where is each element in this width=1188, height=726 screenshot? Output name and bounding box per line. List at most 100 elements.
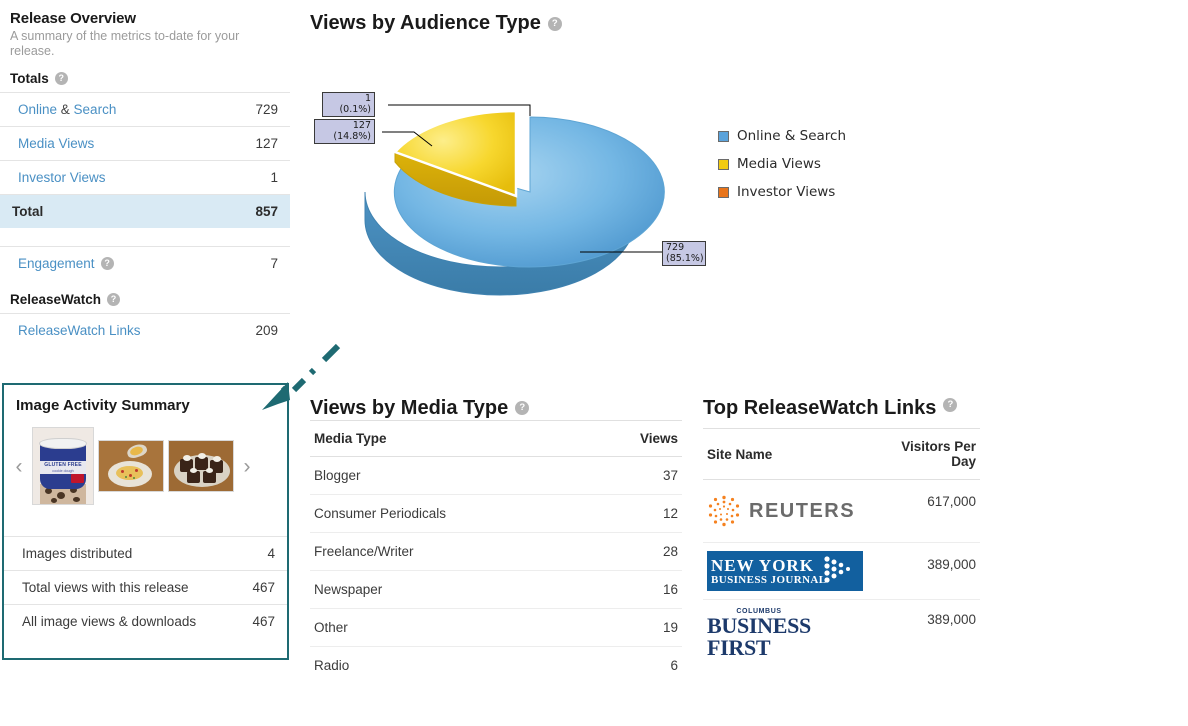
releasewatch-heading-label: ReleaseWatch [10,292,102,307]
legend-label: Investor Views [737,184,836,200]
table-row-investor-views[interactable]: Investor Views 1 [0,160,290,194]
help-icon[interactable]: ? [54,72,68,85]
page-title: Release Overview [10,10,136,27]
page-subtitle: A summary of the metrics to-date for you… [10,29,240,58]
cell-site-logo[interactable]: COLUMBUS BUSINESS FIRST [703,600,884,659]
row-label: Total [12,204,44,219]
cell-views: 19 [589,608,682,647]
image-activity-title: Image Activity Summary [16,397,190,414]
table-row: Blogger 37 [310,456,682,495]
table-row: Other 19 [310,608,682,647]
col-visitors-per-day[interactable]: Visitors Per Day [884,428,980,480]
totals-heading-label: Totals [10,71,49,86]
col-site-name[interactable]: Site Name [703,428,884,480]
row-label[interactable]: Engagement ? [18,256,114,271]
table-row-images-distributed: Images distributed 4 [4,536,287,570]
table-row: NEW YORK BUSINESS JOURNAL 389,000 [703,542,980,600]
ampersand: & [57,102,74,117]
table-row: Radio 6 [310,647,682,685]
search-link[interactable]: Search [74,102,117,117]
row-label[interactable]: Investor Views [18,170,106,185]
online-link[interactable]: Online [18,102,57,117]
cell-media-type: Consumer Periodicals [310,494,590,533]
row-value: 209 [255,323,278,338]
cell-views: 6 [670,658,678,673]
releasewatch-table: Site Name Visitors Per Day REUTERS 617,0… [703,428,980,659]
table-row: Newspaper 16 [310,570,682,609]
table-row: Consumer Periodicals 12 [310,494,682,533]
cell-views: 28 [589,532,682,571]
table-row-online-search[interactable]: Online & Search 729 [0,92,290,126]
legend-item-media-views[interactable]: Media Views [718,150,846,178]
callout-pct: (85.1%) [666,252,704,264]
image-carousel[interactable]: ‹ GLUTEN FREE cookie dough › [4,414,287,505]
row-value: 467 [252,614,275,629]
table-row-engagement[interactable]: Engagement ? 7 [0,246,290,280]
table-header-row: Site Name Visitors Per Day [703,428,980,480]
cell-site-logo[interactable]: NEW YORK BUSINESS JOURNAL [703,542,884,600]
releasewatch-links-title-label: Top ReleaseWatch Links [703,397,937,419]
callout-pct: (14.8%) [333,130,371,142]
releasewatch-heading: ReleaseWatch ? [0,280,290,313]
help-icon[interactable]: ? [100,257,114,270]
table-row-total-views: Total views with this release 467 [4,570,287,604]
new-york-business-journal-logo[interactable]: NEW YORK BUSINESS JOURNAL [707,551,863,591]
legend-label: Media Views [737,156,821,172]
table-row-releasewatch-links[interactable]: ReleaseWatch Links 209 [0,313,290,347]
columbus-business-first-logo[interactable]: COLUMBUS BUSINESS FIRST [707,608,867,659]
legend-item-online-search[interactable]: Online & Search [718,122,846,150]
table-row-media-views[interactable]: Media Views 127 [0,126,290,160]
help-icon[interactable]: ? [943,398,958,412]
pie-callout-online: 729 (85.1%) [662,241,706,266]
row-label: Total views with this release [22,580,189,595]
pie-callout-investor: 1 (0.1%) [322,92,375,117]
legend-swatch-blue [718,130,729,142]
callout-value: 127 [352,120,371,131]
cell-media-type: Blogger [310,456,590,495]
help-icon[interactable]: ? [547,17,562,31]
cell-site-logo[interactable]: REUTERS [703,479,884,543]
reuters-wordmark: REUTERS [749,499,856,522]
cell-views: 37 [589,456,682,495]
table-row: REUTERS 617,000 [703,479,980,543]
legend-label: Online & Search [737,128,847,144]
image-activity-summary-panel: Image Activity Summary ‹ GLUTEN FREE coo… [2,383,289,660]
row-value: 467 [252,580,275,595]
callout-value: 1 [364,93,371,104]
carousel-next-icon[interactable]: › [238,456,256,477]
row-label[interactable]: ReleaseWatch Links [18,323,141,338]
cell-media-type: Freelance/Writer [310,532,590,571]
pie-callout-media: 127 (14.8%) [314,119,375,144]
engagement-link[interactable]: Engagement [18,256,95,271]
cell-media-type: Newspaper [310,570,590,609]
media-type-table: Media Type Views Blogger 37 Consumer Per… [310,420,682,684]
carousel-prev-icon[interactable]: ‹ [10,456,28,477]
release-overview-panel: Release Overview A summary of the metric… [0,0,290,347]
audience-pie-chart: 1 (0.1%) 127 (14.8%) 729 (85.1%) [310,80,730,310]
legend-item-investor-views[interactable]: Investor Views [718,178,846,206]
row-value: 1 [270,170,278,185]
row-value: 7 [270,256,278,271]
carousel-thumbnail[interactable]: GLUTEN FREE cookie dough [32,427,94,505]
row-label[interactable]: Media Views [18,136,94,151]
media-type-section: Views by Media Type ? Media Type Views B… [310,396,682,684]
ny-triangle-icon [824,556,850,583]
help-icon[interactable]: ? [107,293,121,306]
row-label[interactable]: Online & Search [18,102,116,117]
carousel-thumbnail[interactable] [168,440,234,492]
media-type-title: Views by Media Type ? [310,396,682,420]
table-row: Freelance/Writer 28 [310,532,682,571]
carousel-thumbnail[interactable] [98,440,164,492]
col-views[interactable]: Views [589,420,682,457]
cell-visitors: 617,000 [884,479,980,543]
table-row-total: Total 857 [0,194,290,228]
pie-legend: Online & Search Media Views Investor Vie… [718,122,846,206]
audience-chart-title: Views by Audience Type ? [310,12,562,35]
audience-chart-title-label: Views by Audience Type [310,12,541,34]
col-media-type[interactable]: Media Type [310,420,590,457]
reuters-logo[interactable]: REUTERS [707,488,880,534]
row-value: 127 [255,136,278,151]
totals-heading: Totals ? [0,59,290,92]
table-row-all-image-views: All image views & downloads 467 [4,604,287,638]
help-icon[interactable]: ? [515,401,530,415]
